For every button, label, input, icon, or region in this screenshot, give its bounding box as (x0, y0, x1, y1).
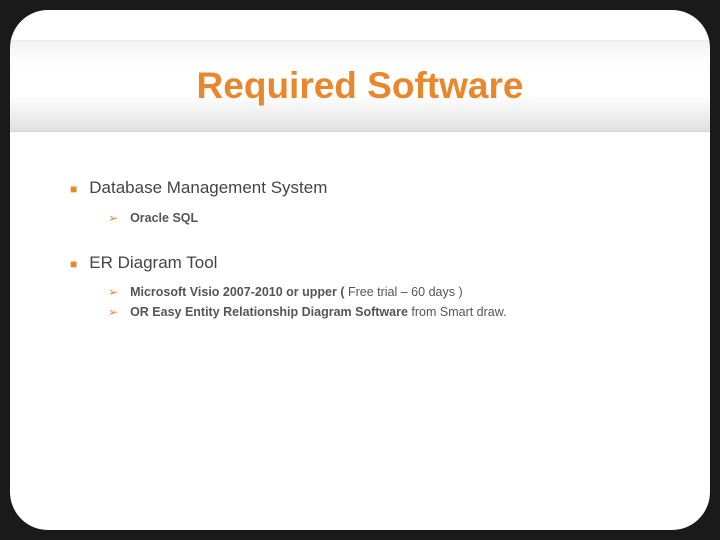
arrow-bullet-icon: ➢ (108, 305, 118, 319)
list-item-text: Oracle SQL (130, 211, 198, 225)
spacer (70, 231, 670, 253)
list-item-bold: Oracle SQL (130, 211, 198, 225)
section-heading: ■ ER Diagram Tool (70, 253, 670, 276)
list-item-normal: from Smart draw. (408, 305, 507, 319)
list-item-bold: Microsoft Visio 2007-2010 or upper ( (130, 285, 344, 299)
list-item: ➢ OR Easy Entity Relationship Diagram So… (108, 305, 670, 319)
list-item-text: OR Easy Entity Relationship Diagram Soft… (130, 305, 507, 319)
slide: Required Software ■ Database Management … (10, 10, 710, 530)
list-item: ➢ Oracle SQL (108, 211, 670, 225)
section-heading-text: Database Management System (89, 178, 327, 198)
list-item: ➢ Microsoft Visio 2007-2010 or upper ( F… (108, 285, 670, 299)
section-heading-text: ER Diagram Tool (89, 253, 217, 273)
slide-content: ■ Database Management System ➢ Oracle SQ… (70, 178, 670, 325)
list-item-normal: Free trial – 60 days ) (345, 285, 463, 299)
title-band: Required Software (10, 40, 710, 132)
list-item-text: Microsoft Visio 2007-2010 or upper ( Fre… (130, 285, 463, 299)
list-item-bold: OR Easy Entity Relationship Diagram Soft… (130, 305, 408, 319)
square-bullet-icon: ■ (70, 179, 77, 201)
section-heading: ■ Database Management System (70, 178, 670, 201)
slide-title: Required Software (197, 65, 524, 107)
arrow-bullet-icon: ➢ (108, 285, 118, 299)
square-bullet-icon: ■ (70, 254, 77, 276)
arrow-bullet-icon: ➢ (108, 211, 118, 225)
